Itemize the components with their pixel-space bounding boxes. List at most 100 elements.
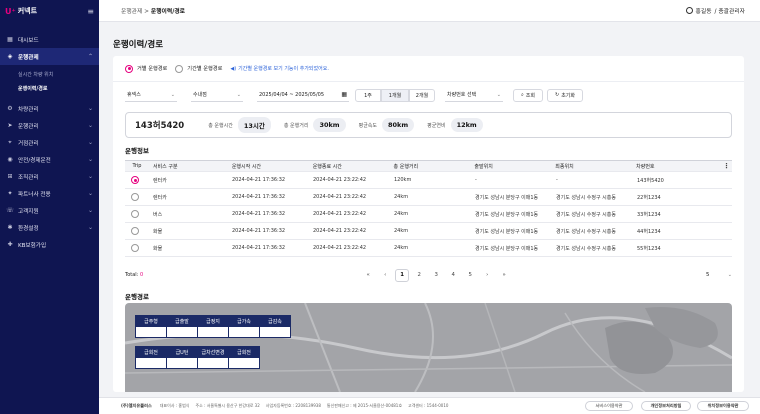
cell-to: -: [556, 177, 558, 183]
dept-select-value: 수내점: [193, 92, 207, 98]
col-header-to: 최종위치: [555, 163, 574, 170]
avg-fuel-label: 평균연비: [427, 122, 446, 129]
chevron-down-icon: ⌄: [87, 156, 93, 163]
search-button[interactable]: ⌕ 조회: [513, 88, 543, 102]
terms-link[interactable]: 서비스이용약관: [585, 401, 633, 411]
page-size-select[interactable]: 5 ⌄: [706, 272, 732, 278]
page-button[interactable]: 2: [412, 269, 426, 282]
period-2month-button[interactable]: 2개월: [409, 88, 435, 102]
signal-label: 급가속: [229, 316, 259, 327]
sidebar-subitem-realtime-location[interactable]: 실시간 차량 위치: [0, 67, 99, 81]
table-row[interactable]: 버스 2024-04-21 17:36:32 2024-04-21 23:22:…: [125, 206, 732, 223]
company-select[interactable]: 휴넥스 ⌄: [125, 89, 177, 102]
row-radio-checked[interactable]: [131, 176, 139, 184]
total-distance-value: 30km: [313, 118, 346, 132]
chevron-down-icon: ⌄: [87, 139, 93, 146]
first-page-icon[interactable]: «: [361, 269, 375, 282]
main-panel: 거별 운행경로 기간별 운행경로 ◀) 기간별 운행경로 보기 기능이 추가되었…: [113, 56, 744, 392]
col-header-distance: 총 운행거리: [393, 163, 419, 170]
row-radio[interactable]: [131, 193, 139, 201]
route-title: 운행경로: [125, 293, 149, 301]
more-vertical-icon[interactable]: ⋮: [723, 162, 732, 170]
table-row[interactable]: 화물 2024-04-21 17:36:32 2024-04-21 23:22:…: [125, 240, 732, 257]
sidebar-item-settings[interactable]: ✱ 환경설정 ⌄: [0, 219, 99, 236]
signal-cell: 급출발: [166, 315, 198, 338]
plate-select-value: 차량번호 선택: [447, 92, 477, 98]
trip-info-title: 운행정보: [125, 147, 149, 155]
sidebar-item-partner[interactable]: ✦ 파트너사 전용 ⌄: [0, 185, 99, 202]
page-button[interactable]: 1: [395, 268, 410, 282]
reset-button[interactable]: ↻ 초기화: [547, 88, 583, 102]
sidebar-item-dashboard[interactable]: ▦ 대시보드: [0, 31, 99, 48]
signal-label: 급정지: [198, 316, 228, 327]
footer-address: 주소 : 서울특별시 용산구 한강대로 32: [195, 403, 260, 408]
mode-period-label: 기간별 운행경로: [187, 66, 223, 72]
table-row[interactable]: 렌터카 2024-04-21 17:36:32 2024-04-21 23:22…: [125, 172, 732, 189]
next-page-icon[interactable]: ›: [480, 269, 494, 282]
period-1month-button[interactable]: 1개월: [381, 88, 409, 102]
footer-company: (주)엘지유플러스: [121, 403, 152, 408]
page-button[interactable]: 5: [463, 269, 477, 282]
chevron-down-icon: ⌄: [87, 122, 93, 129]
route-map[interactable]: 급주형 급출발 급정지 급가속 급감속 급회전 급U턴 급차선변경 급회전: [125, 303, 732, 392]
row-radio[interactable]: [131, 227, 139, 235]
mode-period-option[interactable]: 기간별 운행경로: [175, 64, 223, 73]
user-name: 홍길동: [695, 9, 712, 15]
footer-telecom: 통신판매신고 : 제 2015-서울용산-00481호: [326, 403, 403, 408]
total-count: Total: 0: [125, 272, 143, 278]
sidebar-item-organization[interactable]: ⊞ 조직관리 ⌄: [0, 168, 99, 185]
sidebar-item-label: 운행관제: [18, 54, 39, 61]
chevron-down-icon: ⌄: [87, 105, 93, 112]
col-header-from: 출발위치: [474, 163, 493, 170]
cell-distance: 24km: [394, 228, 409, 234]
user-menu[interactable]: 홍길동 / 총괄관리자: [685, 6, 745, 15]
cell-service: 화물: [153, 228, 163, 235]
cell-distance: 120km: [394, 177, 412, 183]
last-page-icon[interactable]: »: [497, 269, 511, 282]
page-button[interactable]: 4: [446, 269, 460, 282]
sidebar-item-base[interactable]: ⌖ 거점관리 ⌄: [0, 134, 99, 151]
table-row[interactable]: 렌터카 2024-04-21 17:36:32 2024-04-21 23:22…: [125, 189, 732, 206]
cell-plate: 22허1234: [637, 194, 661, 201]
radio-unchecked-icon[interactable]: [175, 64, 184, 73]
cell-from: 경기도 성남시 분당구 이매1동: [475, 194, 539, 201]
date-range-input[interactable]: 2025/04/04 ~ 2025/05/05 ▦: [257, 89, 349, 102]
page-button[interactable]: 3: [429, 269, 443, 282]
breadcrumb-parent[interactable]: 운행관제 >: [121, 9, 149, 15]
sidebar-item-vehicle[interactable]: ⚙ 차량관리 ⌄: [0, 100, 99, 117]
plate-select[interactable]: 차량번호 선택 ⌄: [445, 89, 503, 102]
period-1week-button[interactable]: 1주: [355, 88, 381, 102]
radio-checked-icon[interactable]: [125, 64, 133, 73]
dept-select[interactable]: 수내점 ⌄: [191, 89, 243, 102]
org-icon: ⊞: [7, 173, 13, 180]
sidebar-item-operation-control[interactable]: ◈ 운행관제 ⌃: [0, 48, 99, 65]
mode-trip-option[interactable]: 거별 운행경로: [125, 64, 168, 73]
mode-trip-label: 거별 운행경로: [137, 66, 168, 72]
signal-label: 급감속: [260, 316, 290, 327]
sidebar-subitem-trip-history[interactable]: 운행이력/경로: [0, 81, 99, 95]
cell-service: 화물: [153, 245, 163, 252]
privacy-link[interactable]: 개인정보처리방침: [641, 401, 691, 411]
location-terms-link[interactable]: 위치정보이용약관: [697, 401, 749, 411]
table-row[interactable]: 화물 2024-04-21 17:36:32 2024-04-21 23:22:…: [125, 223, 732, 240]
hamburger-icon[interactable]: ≡: [87, 7, 94, 16]
prev-page-icon[interactable]: ‹: [378, 269, 392, 282]
calendar-icon[interactable]: ▦: [341, 91, 347, 98]
cell-from: -: [475, 177, 477, 183]
total-time-label: 총 운행시간: [208, 122, 233, 129]
col-header-start: 운행시작 시간: [231, 163, 262, 170]
signal-label: 급주형: [136, 316, 166, 327]
sidebar-item-kb-insurance[interactable]: ✚ KB보험가입: [0, 236, 99, 253]
logo[interactable]: U⁺ 커넥트 ≡: [0, 0, 99, 22]
row-radio[interactable]: [131, 244, 139, 252]
pagination-bar: Total: 0 « ‹ 1 2 3 4 5 › » 5 ⌄: [125, 268, 732, 282]
sidebar-item-support[interactable]: ☏ 고객지원 ⌄: [0, 202, 99, 219]
total-time-value: 13시간: [237, 117, 271, 133]
cell-from: 경기도 성남시 분당구 이매1동: [475, 211, 539, 218]
sidebar-item-safety[interactable]: ◉ 안전/경제운전 ⌄: [0, 151, 99, 168]
row-radio[interactable]: [131, 210, 139, 218]
cell-start: 2024-04-21 17:36:32: [232, 194, 286, 200]
signal-legend-row2: 급회전 급U턴 급차선변경 급회전: [135, 346, 260, 369]
cell-from: 경기도 성남시 분당구 이매1동: [475, 228, 539, 235]
sidebar-item-operation[interactable]: ➤ 운행관리 ⌄: [0, 117, 99, 134]
